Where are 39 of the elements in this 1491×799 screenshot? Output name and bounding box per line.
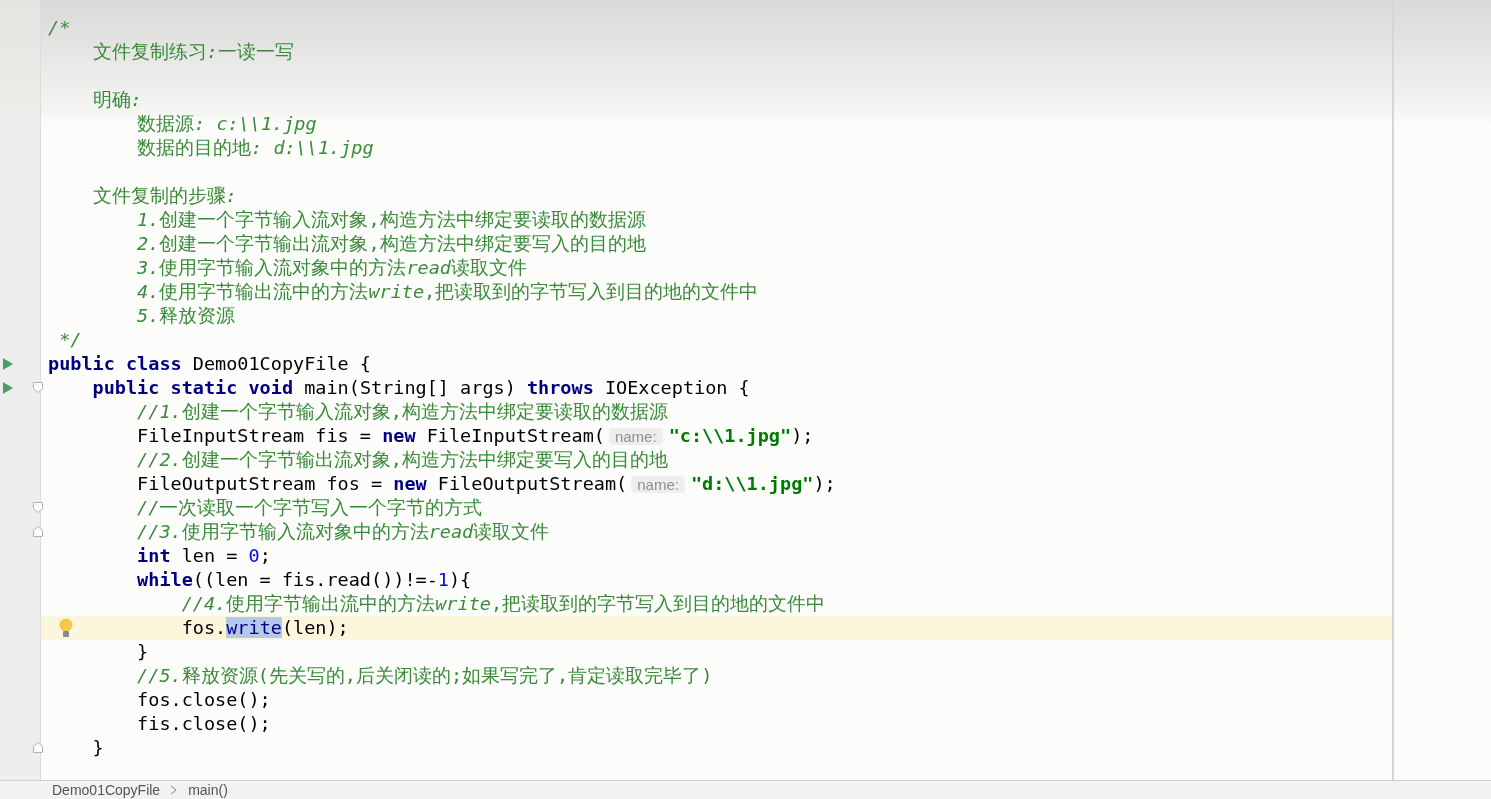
- code-line: 2.创建一个字节输出流对象,构造方法中绑定要写入的目的地: [136, 232, 646, 256]
- code-line: fos.write(len);: [180, 616, 349, 640]
- breadcrumb-item[interactable]: Demo01CopyFile: [52, 782, 161, 798]
- code-line: /*: [47, 16, 71, 40]
- code-line: public static void main(String[] args) throws IOException {: [91, 376, 750, 400]
- run-icon[interactable]: [3, 382, 13, 394]
- code-line: 文件复制的步骤:: [91, 184, 237, 208]
- lightbulb-icon[interactable]: [59, 618, 73, 638]
- code-line: 明确:: [91, 88, 142, 112]
- code-line: 文件复制练习:一读一写: [91, 40, 294, 64]
- fold-icon[interactable]: [33, 382, 43, 393]
- code-line: 4.使用字节输出流中的方法write,把读取到的字节写入到目的地的文件中: [136, 280, 759, 304]
- code-line: //3.使用字节输入流对象中的方法read读取文件: [136, 520, 550, 544]
- code-line: while((len = fis.read())!=-1){: [136, 568, 472, 592]
- code-line: fos.close();: [136, 688, 271, 712]
- fold-icon[interactable]: [33, 502, 43, 513]
- fold-icon[interactable]: [33, 742, 43, 753]
- code-line: }: [136, 640, 149, 664]
- code-line: 5.释放资源: [136, 304, 236, 328]
- run-icon[interactable]: [3, 358, 13, 370]
- code-line: }: [91, 736, 104, 760]
- code-line: */: [58, 328, 82, 352]
- code-line: //一次读取一个字节写入一个字节的方式: [136, 496, 483, 520]
- code-line: //2.创建一个字节输出流对象,构造方法中绑定要写入的目的地: [136, 448, 668, 472]
- code-line: //4.使用字节输出流中的方法write,把读取到的字节写入到目的地的文件中: [180, 592, 826, 616]
- code-line: //5.释放资源(先关写的,后关闭读的;如果写完了,肯定读取完毕了): [136, 664, 713, 688]
- code-line: 1.创建一个字节输入流对象,构造方法中绑定要读取的数据源: [136, 208, 646, 232]
- code-line: fis.close();: [136, 712, 271, 736]
- fold-icon[interactable]: [33, 526, 43, 537]
- code-line: 数据源: c:\\1.jpg: [136, 112, 317, 136]
- code-line: FileOutputStream fos = new FileOutputStream( name: "d:\\1.jpg");: [136, 471, 836, 496]
- code-line: int len = 0;: [136, 544, 271, 568]
- code-line: 数据的目的地: d:\\1.jpg: [136, 136, 374, 160]
- code-line: public class Demo01CopyFile {: [47, 352, 371, 376]
- code-line: FileInputStream fis = new FileInputStream( name: "c:\\1.jpg");: [136, 423, 814, 448]
- breadcrumb-item[interactable]: main(): [188, 782, 228, 798]
- code-line: //1.创建一个字节输入流对象,构造方法中绑定要读取的数据源: [136, 400, 668, 424]
- chevron-icon: [170, 785, 179, 795]
- code-line: 3.使用字节输入流对象中的方法read读取文件: [136, 256, 527, 280]
